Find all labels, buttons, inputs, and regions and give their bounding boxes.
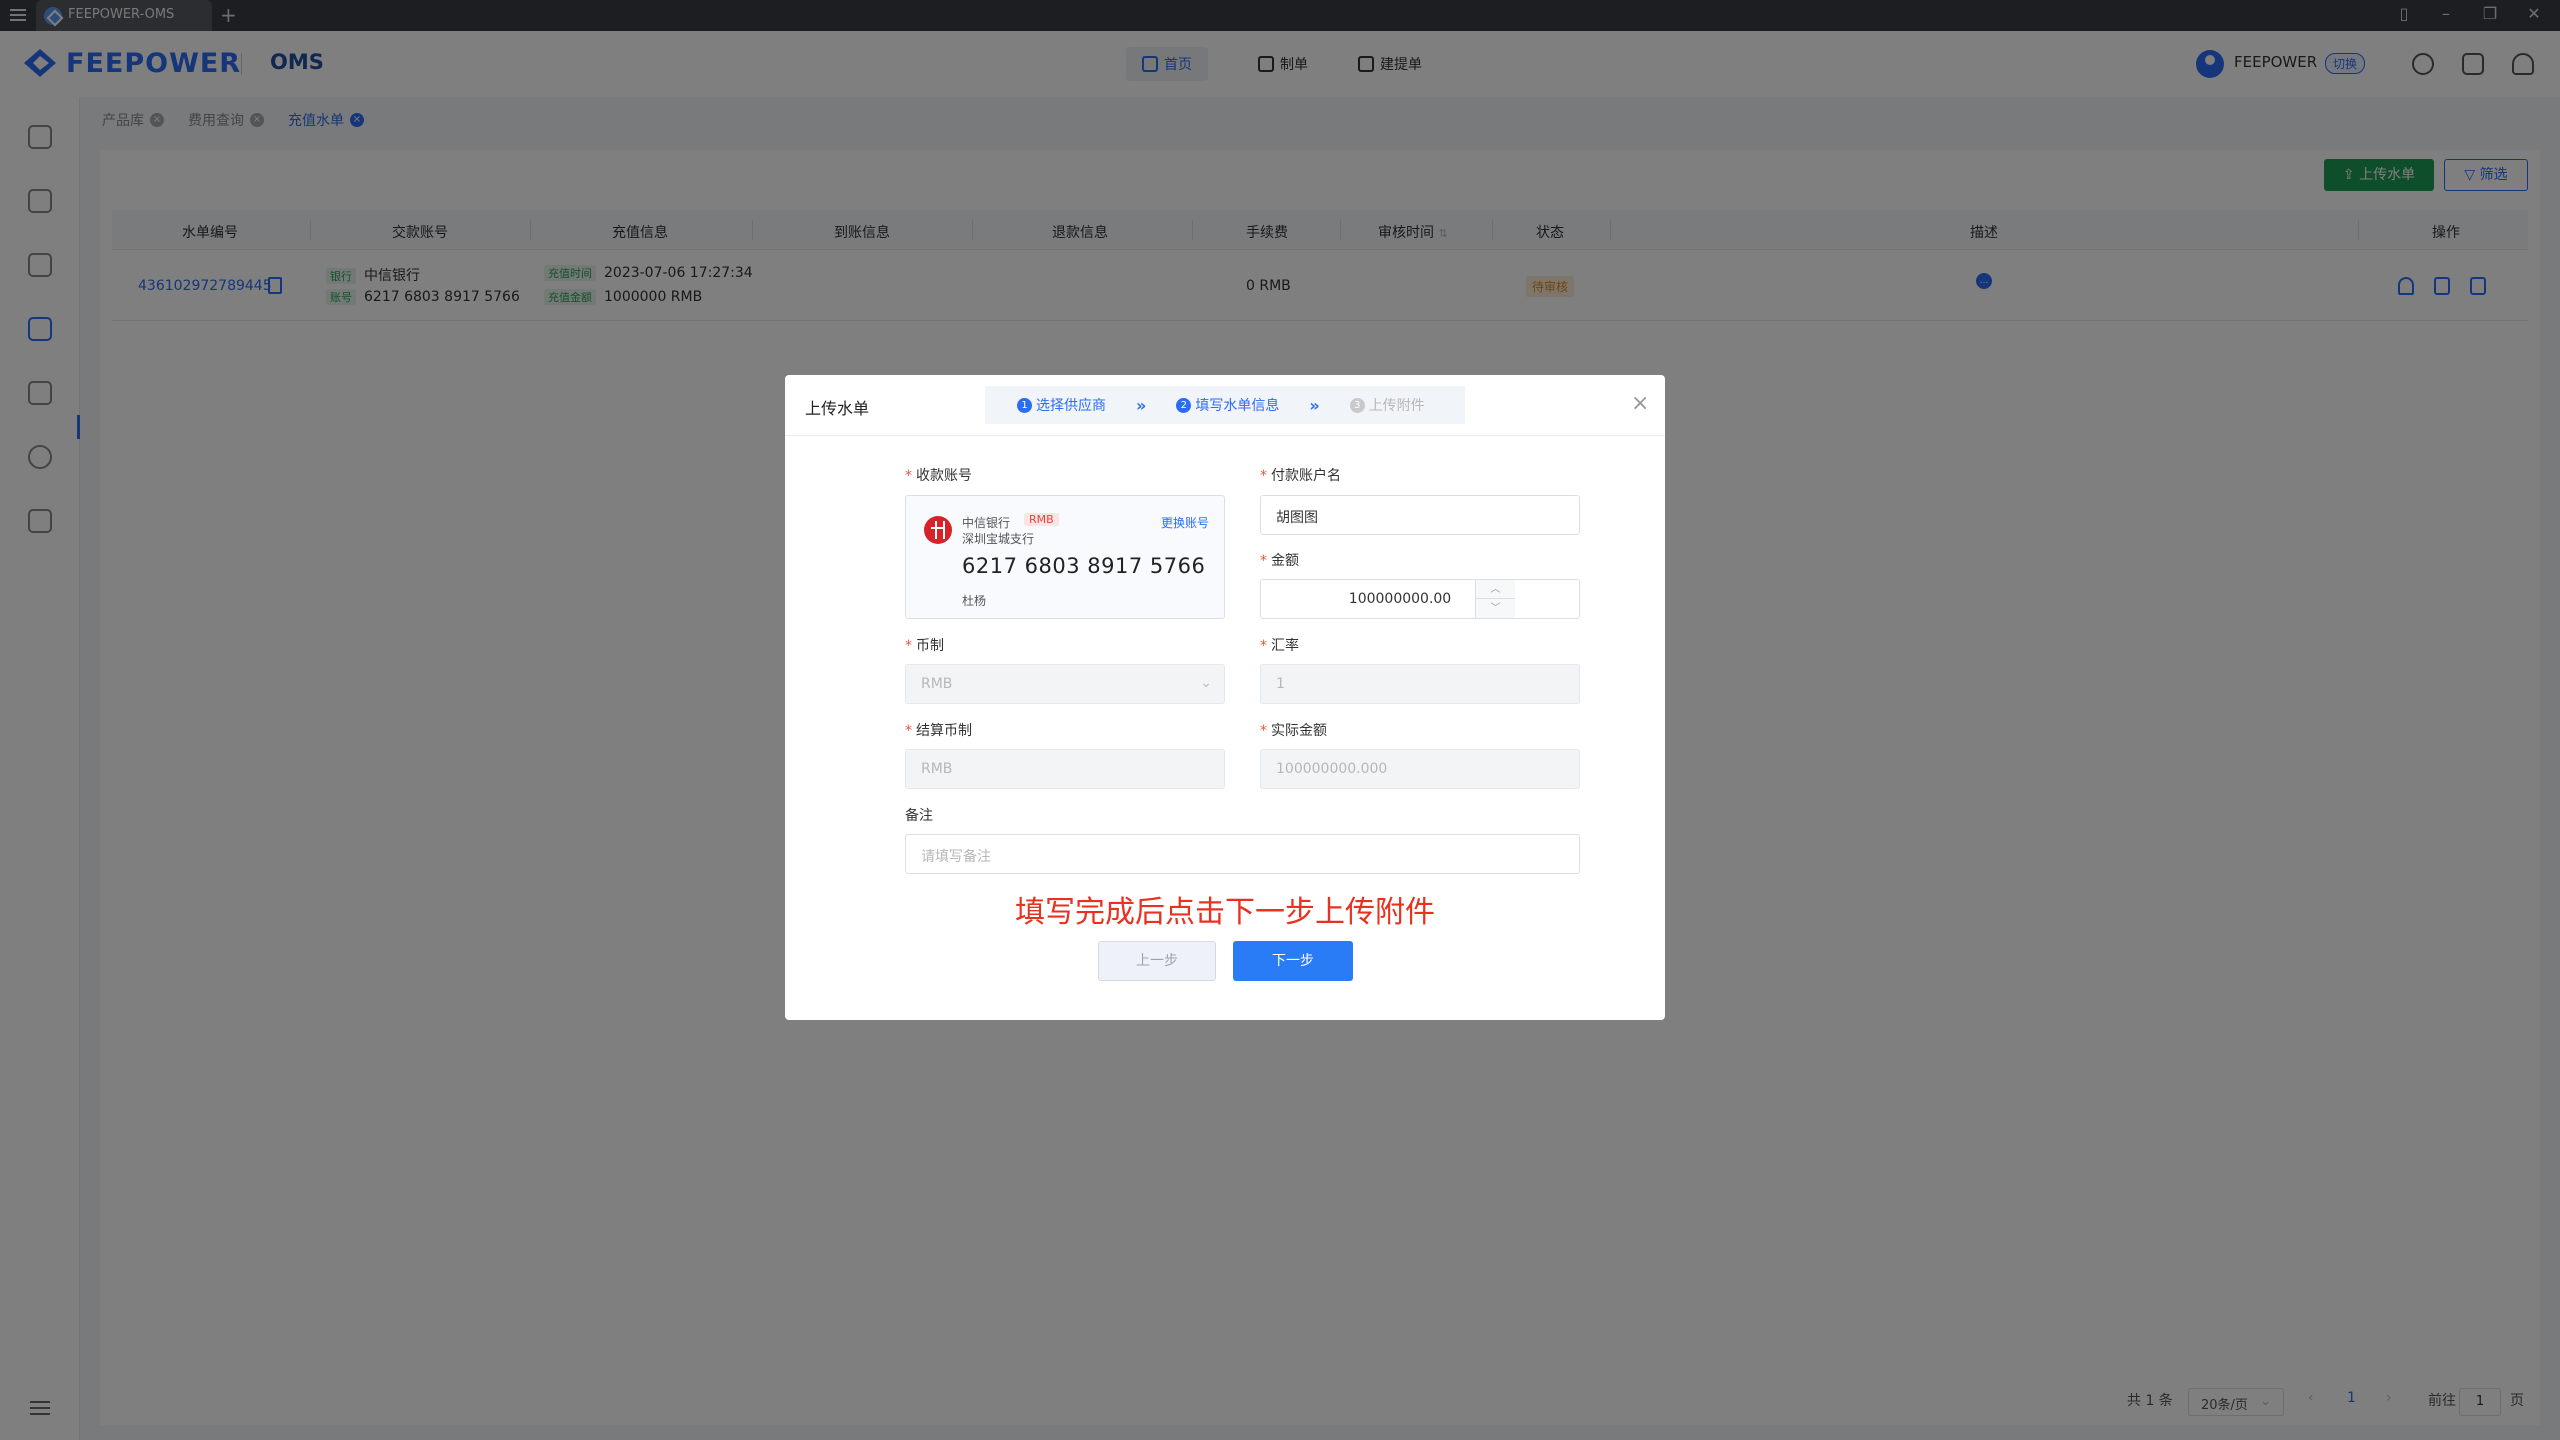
- double-chevron-icon: »: [1136, 395, 1147, 415]
- payer-name-label: * 付款账户名: [1260, 468, 1341, 484]
- currency-label: * 币制: [905, 638, 944, 654]
- chevron-down-icon[interactable]: ﹀: [1476, 599, 1515, 618]
- stepper: 1 选择供应商 » 2 填写水单信息 » 3 上传附件: [985, 386, 1465, 424]
- dialog-divider: [785, 435, 1665, 436]
- close-icon[interactable]: ×: [1631, 391, 1649, 416]
- currency-label-text: 币制: [916, 638, 944, 654]
- step-number: 1: [1017, 397, 1032, 413]
- settle-currency-input[interactable]: RMB: [905, 749, 1225, 789]
- account-holder: 杜杨: [962, 594, 987, 608]
- currency-value: RMB: [921, 676, 953, 692]
- step-select-supplier: 1 选择供应商: [1017, 395, 1106, 415]
- step-label: 上传附件: [1368, 398, 1425, 414]
- amount-input[interactable]: 100000000.00: [1260, 579, 1580, 619]
- double-chevron-icon: »: [1309, 395, 1320, 415]
- rate-input[interactable]: 1: [1260, 664, 1580, 704]
- payer-name-label-text: 付款账户名: [1271, 468, 1341, 484]
- change-account-link[interactable]: 更换账号: [1161, 514, 1209, 531]
- upload-slip-dialog: 上传水单 1 选择供应商 » 2 填写水单信息 » 3 上传附件 × * 收款账号 中信…: [785, 375, 1665, 1020]
- remark-label: 备注: [905, 808, 933, 824]
- rate-label-text: 汇率: [1271, 638, 1299, 654]
- chevron-down-icon: ⌄: [1200, 675, 1212, 691]
- rate-label: * 汇率: [1260, 638, 1299, 654]
- bank-branch: 深圳宝城支行: [962, 532, 1035, 546]
- account-number: 6217 6803 8917 5766: [962, 554, 1206, 578]
- step-number: 3: [1349, 397, 1365, 413]
- bank-name: 中信银行: [962, 516, 1011, 530]
- step-fill-info: 2 填写水单信息: [1176, 395, 1279, 415]
- receive-account-label: * 收款账号: [905, 468, 972, 484]
- amount-stepper: ︿ ﹀: [1475, 580, 1515, 618]
- next-step-button[interactable]: 下一步: [1233, 941, 1353, 981]
- actual-amount-label-text: 实际金额: [1271, 723, 1327, 739]
- payer-name-input[interactable]: 胡图图: [1260, 495, 1580, 535]
- settle-currency-label-text: 结算币制: [916, 723, 972, 739]
- bank-card: 中信银行 RMB 深圳宝城支行 更换账号 6217 6803 8917 5766…: [905, 495, 1225, 619]
- step-upload-attachment: 3 上传附件: [1349, 395, 1425, 415]
- step-number: 2: [1176, 397, 1192, 413]
- amount-label-text: 金额: [1271, 553, 1299, 569]
- step-label: 填写水单信息: [1195, 398, 1280, 414]
- receive-account-label-text: 收款账号: [916, 468, 972, 484]
- amount-label: * 金额: [1260, 553, 1299, 569]
- chevron-up-icon[interactable]: ︿: [1476, 580, 1515, 599]
- prev-step-button[interactable]: 上一步: [1098, 941, 1216, 981]
- instruction-hint: 填写完成后点击下一步上传附件: [1015, 895, 1435, 930]
- citic-bank-logo-icon: [924, 516, 952, 544]
- remark-input[interactable]: 请填写备注: [905, 834, 1580, 874]
- dialog-title: 上传水单: [805, 399, 870, 418]
- settle-currency-label: * 结算币制: [905, 723, 972, 739]
- actual-amount-input[interactable]: 100000000.000: [1260, 749, 1580, 789]
- step-label: 选择供应商: [1036, 398, 1106, 414]
- currency-badge: RMB: [1024, 513, 1059, 526]
- currency-select[interactable]: RMB ⌄: [905, 664, 1225, 704]
- actual-amount-label: * 实际金额: [1260, 723, 1327, 739]
